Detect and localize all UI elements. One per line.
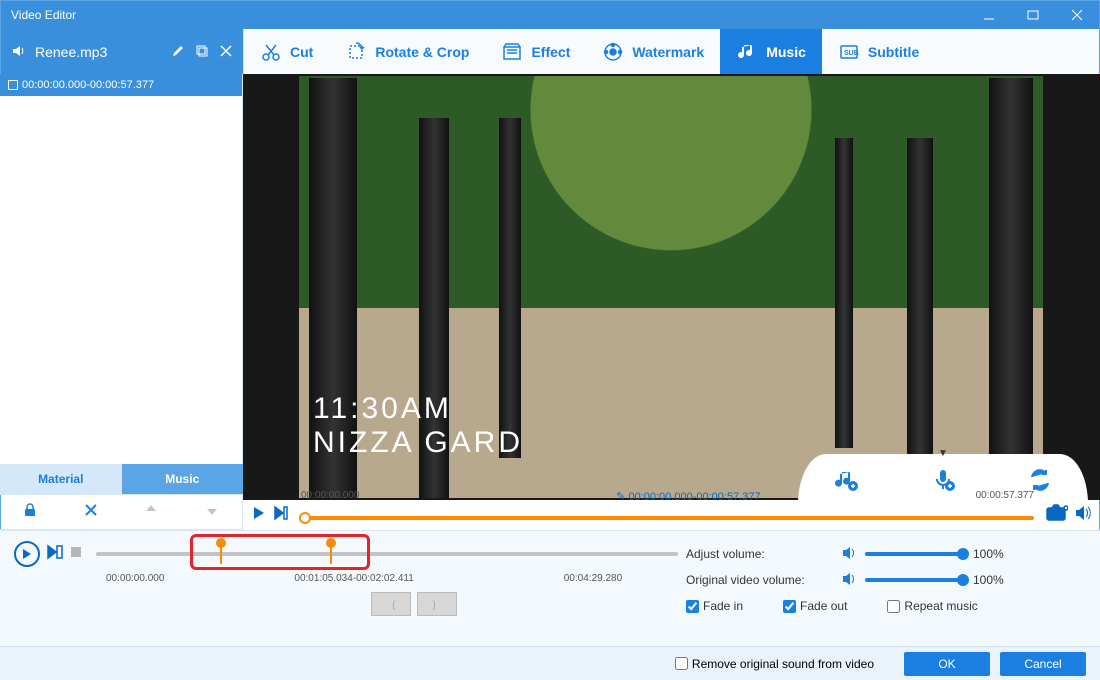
move-up-icon[interactable] — [143, 502, 159, 523]
repeat-music-checkbox[interactable]: Repeat music — [887, 599, 977, 613]
remove-original-checkbox[interactable]: Remove original sound from video — [675, 657, 874, 671]
cancel-button[interactable]: Cancel — [1000, 652, 1086, 676]
orig-volume-value: 100% — [973, 573, 1004, 587]
scissors-icon — [260, 41, 282, 63]
chevron-down-icon[interactable]: ▼ — [938, 448, 948, 459]
add-voiceover-icon[interactable] — [930, 467, 956, 498]
edit-icon[interactable] — [171, 44, 185, 61]
file-header: Renee.mp3 — [1, 29, 244, 75]
audio-marker-start[interactable] — [220, 544, 222, 564]
watermark-icon — [602, 41, 624, 63]
tab-subtitle[interactable]: SUB Subtitle — [822, 29, 935, 75]
crop-icon — [345, 41, 367, 63]
adjust-volume-value: 100% — [973, 547, 1004, 561]
tab-effect[interactable]: Effect — [485, 29, 586, 75]
mark-out-button[interactable]: 〕 — [417, 592, 457, 616]
lock-icon[interactable] — [22, 502, 38, 523]
clip-thumb-icon — [8, 80, 18, 90]
audio-end-time: 00:04:29.280 — [564, 573, 622, 584]
sidebar: 00:00:00.000-00:00:57.377 Material Music — [0, 74, 243, 494]
snapshot-button[interactable] — [1046, 504, 1068, 527]
volume-speaker-icon[interactable] — [841, 545, 857, 564]
audio-start-time: 00:00:00.000 — [106, 573, 164, 584]
video-preview: 11:30AM NIZZA GARD ▼ — [243, 74, 1100, 500]
play-button[interactable] — [251, 505, 267, 526]
sidebar-tab-material[interactable]: Material — [0, 464, 122, 494]
window-title: Video Editor — [11, 8, 76, 22]
ok-button[interactable]: OK — [904, 652, 990, 676]
timeline-playhead[interactable] — [299, 512, 311, 524]
bottom-bar: Remove original sound from video OK Canc… — [0, 646, 1100, 680]
tab-cut[interactable]: Cut — [244, 29, 329, 75]
fade-out-checkbox[interactable]: Fade out — [783, 599, 847, 613]
svg-text:SUB: SUB — [844, 50, 859, 57]
clip-item[interactable]: 00:00:00.000-00:00:57.377 — [0, 74, 242, 96]
timeline-start: 00:00:00.000 — [301, 490, 359, 501]
audio-panel: 00:00:00.000 00:01:05.034-00:02:02.411 0… — [0, 530, 1100, 646]
tab-music[interactable]: Music — [720, 29, 822, 75]
mark-in-button[interactable]: 〔 — [371, 592, 411, 616]
adjust-volume-label: Adjust volume: — [686, 547, 831, 561]
clip-range: 00:00:00.000-00:00:57.377 — [22, 79, 154, 91]
overlay-title: NIZZA GARD — [313, 426, 523, 460]
volume-speaker-icon[interactable] — [841, 571, 857, 590]
video-overlay-text: 11:30AM NIZZA GARD — [313, 392, 523, 460]
maximize-button[interactable] — [1011, 1, 1055, 29]
sidebar-controls — [0, 494, 243, 530]
overlay-time: 11:30AM — [313, 392, 523, 426]
orig-volume-slider[interactable] — [865, 578, 965, 582]
main-timeline: 00:00:00.000 ✎ 00:00:00.000-00:00:57.377… — [243, 500, 1100, 530]
audio-controls: Adjust volume: 100% Original video volum… — [686, 541, 1086, 646]
tab-watermark[interactable]: Watermark — [586, 29, 720, 75]
audio-marker-end[interactable] — [330, 544, 332, 564]
marker-edit-icon[interactable]: ✎ 00:00:00.000-00:00:57.377 — [616, 490, 760, 503]
add-music-icon[interactable] — [833, 467, 859, 498]
audio-timeline: 00:00:00.000 00:01:05.034-00:02:02.411 0… — [14, 541, 686, 646]
timeline-end: 00:00:57.377 — [976, 490, 1034, 501]
orig-volume-label: Original video volume: — [686, 573, 831, 587]
remove-icon[interactable] — [219, 44, 233, 61]
minimize-button[interactable] — [967, 1, 1011, 29]
music-action-bar: ▼ — [798, 454, 1088, 500]
tab-rotate-crop[interactable]: Rotate & Crop — [329, 29, 485, 75]
audio-play-button[interactable] — [14, 541, 40, 567]
sidebar-tab-music[interactable]: Music — [122, 464, 244, 494]
music-icon — [736, 41, 758, 63]
audio-stop-button[interactable] — [70, 545, 82, 563]
fade-in-checkbox[interactable]: Fade in — [686, 599, 743, 613]
toolbar: Renee.mp3 Cut Rotate & Crop Effect Water… — [1, 29, 1099, 75]
play-next-button[interactable] — [273, 505, 289, 526]
file-name: Renee.mp3 — [35, 44, 107, 60]
titlebar: Video Editor — [1, 1, 1099, 29]
copy-icon[interactable] — [195, 44, 209, 61]
audio-rail[interactable] — [96, 552, 678, 556]
close-button[interactable] — [1055, 1, 1099, 29]
timeline-rail[interactable]: 00:00:00.000 ✎ 00:00:00.000-00:00:57.377… — [301, 504, 1034, 526]
subtitle-icon: SUB — [838, 41, 860, 63]
move-down-icon[interactable] — [204, 502, 220, 523]
delete-icon[interactable] — [83, 502, 99, 523]
audio-play-range-button[interactable] — [46, 543, 64, 566]
effect-icon — [501, 41, 523, 63]
speaker-icon — [11, 43, 27, 62]
audio-range-time: 00:01:05.034-00:02:02.411 — [294, 573, 413, 584]
adjust-volume-slider[interactable] — [865, 552, 965, 556]
volume-icon[interactable] — [1074, 504, 1092, 527]
